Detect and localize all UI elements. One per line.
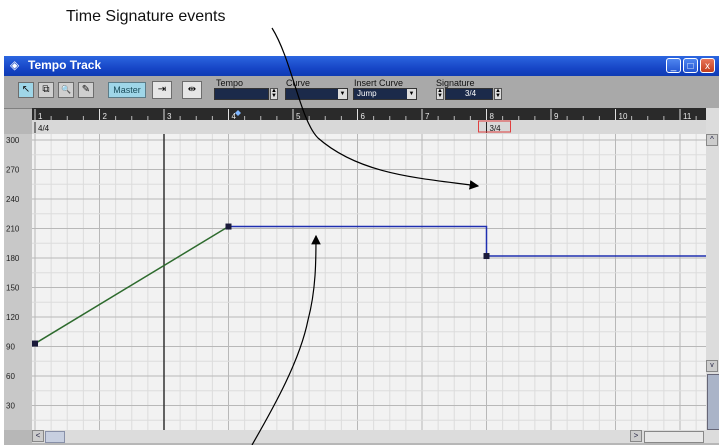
autoscroll-icon[interactable]: ⇹ (182, 81, 202, 99)
tempo-axis: 300 270 240 210 180 150 120 90 60 30 (4, 134, 32, 430)
signature-spinner-right[interactable]: ▲ ▼ (494, 88, 502, 100)
master-button[interactable]: Master (108, 82, 146, 98)
minimize-button[interactable]: _ (666, 58, 681, 73)
window-title: Tempo Track (28, 58, 102, 72)
tempo-axis-tick-label: 60 (6, 372, 15, 381)
bar-ruler[interactable]: 123456789101112 (32, 108, 713, 121)
magnifier-icon[interactable]: 🔍 (58, 82, 74, 98)
tempo-event-node (225, 223, 232, 230)
pencil-icon[interactable]: ✎ (78, 82, 94, 98)
tempo-axis-tick-label: 210 (6, 225, 20, 234)
tempo-axis-labels: 300 270 240 210 180 150 120 90 60 30 (6, 136, 20, 411)
scroll-right-icon[interactable]: > (630, 430, 642, 442)
insert-curve-value: Jump (357, 89, 377, 98)
scroll-down-icon[interactable]: v (706, 360, 718, 372)
signature-spinner-left[interactable]: ▲ ▼ (436, 88, 444, 100)
chevron-down-icon: ▼ (338, 89, 347, 99)
horizontal-zoom-slider[interactable] (644, 431, 704, 443)
maximize-button[interactable]: □ (683, 58, 698, 73)
tempo-graph[interactable] (32, 134, 719, 436)
vertical-scrollbar[interactable]: ^ v (706, 108, 719, 430)
app-icon: ◈ (10, 58, 20, 72)
horizontal-scrollbar[interactable]: < > (32, 430, 719, 443)
signature-track[interactable]: 4/4 3/4 (32, 120, 706, 135)
curve-select[interactable]: ▼ (285, 88, 348, 100)
tempo-axis-tick-label: 120 (6, 313, 20, 322)
range-icon[interactable]: ⧉ (38, 82, 54, 98)
snap-icon[interactable]: ⇥ (152, 81, 172, 99)
tempo-track-window: ◈ Tempo Track _ □ x ↖ ⧉ 🔍 ✎ Master ⇥ ⇹ T… (4, 56, 719, 445)
tempo-event-node (483, 253, 490, 260)
caption-time-signature-events: Time Signature events (66, 8, 226, 25)
tempo-axis-tick-label: 270 (6, 166, 20, 175)
signature-label: Signature (436, 78, 475, 88)
insert-curve-label: Insert Curve (354, 78, 404, 88)
toolbar: ↖ ⧉ 🔍 ✎ Master ⇥ ⇹ Tempo ▲ ▼ Curve ▼ Inse… (4, 76, 719, 109)
tempo-axis-tick-label: 180 (6, 254, 20, 263)
pointer-icon[interactable]: ↖ (18, 82, 34, 98)
tempo-axis-tick-label: 150 (6, 284, 20, 293)
tempo-axis-tick-label: 240 (6, 195, 20, 204)
horizontal-scroll-thumb[interactable] (45, 431, 65, 443)
tempo-spinner[interactable]: ▲ ▼ (270, 88, 278, 100)
tempo-axis-tick-label: 300 (6, 136, 20, 145)
tempo-curve (32, 134, 719, 436)
insert-curve-select[interactable]: Jump ▼ (353, 88, 417, 100)
scroll-left-icon[interactable]: < (32, 430, 44, 442)
close-button[interactable]: x (700, 58, 715, 73)
tempo-label: Tempo (216, 78, 244, 88)
signature-events: 4/4 3/4 (34, 120, 511, 133)
curve-label: Curve (286, 78, 311, 88)
tempo-field[interactable] (214, 88, 269, 100)
signature-event-label: 4/4 (38, 124, 50, 133)
title-bar[interactable]: ◈ Tempo Track _ □ x (4, 56, 719, 76)
signature-field[interactable]: 3/4 (445, 88, 493, 100)
tempo-axis-tick-label: 30 (6, 402, 15, 411)
scroll-up-icon[interactable]: ^ (706, 134, 718, 146)
tempo-axis-tick-label: 90 (6, 343, 15, 352)
tempo-event-node (32, 340, 38, 347)
chevron-down-icon: ▼ (407, 89, 416, 99)
tempo-jump-segment (228, 225, 719, 257)
vertical-zoom-slider[interactable] (707, 374, 719, 430)
